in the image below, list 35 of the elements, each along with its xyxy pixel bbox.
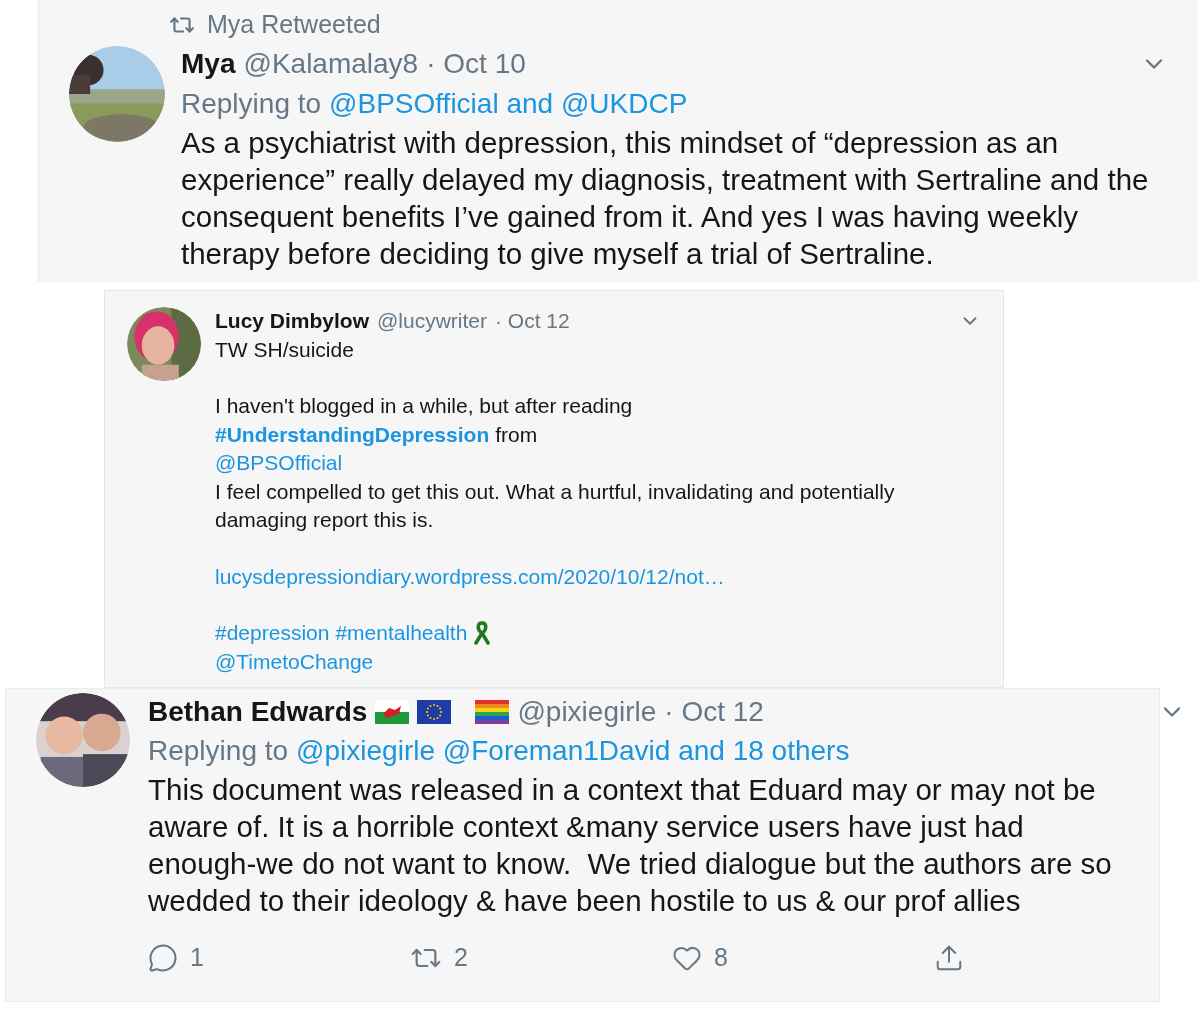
- ribbon-icon: [473, 621, 492, 646]
- tweet-text: I haven't blogged in a while, but after reading: [215, 393, 633, 419]
- rainbow-flag-icon: [475, 700, 510, 724]
- link[interactable]: @BPSOfficial: [215, 449, 343, 478]
- action-count: 2: [454, 942, 468, 973]
- tweet-text: As a psychiatrist with depression, this mindset of “depression as an experience” really delayed my diagnosis, treatment with Sertraline and the consequent benefits I’ve gained from it. And yes I was having weekly therapy before deciding to give myself a trial of Sertraline.: [181, 124, 1150, 272]
- reply-icon: [148, 942, 178, 973]
- tweet-text: TW SH/suicide: [215, 336, 354, 363]
- author-name[interactable]: Bethan Edwards: [148, 693, 368, 731]
- author-name[interactable]: Lucy Dimbylow: [215, 307, 370, 336]
- replying-label: Replying to: [181, 86, 322, 121]
- reply-button[interactable]: [148, 942, 178, 973]
- mention-link[interactable]: @BPSOfficial and @UKDCP: [329, 83, 688, 124]
- link[interactable]: @TimetoChange: [215, 647, 374, 676]
- mention-link[interactable]: @pixiegirle @Foreman1David and 18 others: [296, 731, 850, 771]
- author-name[interactable]: Mya: [181, 45, 236, 82]
- tweet-text: This document was released in a context that Eduard may or may not be aware of. It is a horrible context &many service users have just had enough-we do not want to know. We tried dialogue but the authors are so wedded to their ideology & have been hostile to us & our prof allies: [148, 772, 1113, 919]
- author-handle[interactable]: @pixiegirle: [517, 693, 657, 731]
- tweet-date[interactable]: · Oct 12: [495, 307, 570, 336]
- link[interactable]: #depression: [215, 619, 330, 648]
- tweet-date[interactable]: · Oct 12: [664, 693, 764, 731]
- welsh-flag-icon: [375, 700, 410, 724]
- link[interactable]: #mentalhealth: [335, 619, 468, 648]
- tweet-text: I feel compelled to get this out. What a hurtful, invalidating and potentially damaging report this is.: [215, 478, 896, 533]
- hashtag-link[interactable]: #UnderstandingDepression: [215, 420, 490, 449]
- action-count: 8: [714, 942, 728, 973]
- tweet-date[interactable]: · Oct 10: [426, 45, 526, 82]
- eu-flag-icon: [417, 700, 452, 724]
- author-handle[interactable]: @Kalamalay8: [243, 45, 419, 82]
- link[interactable]: lucysdepressiondiary.wordpress.com/2020/10/12/not…: [215, 562, 725, 591]
- retweet-label: Mya Retweeted: [207, 9, 381, 40]
- replying-label: Replying to: [148, 734, 289, 768]
- author-handle[interactable]: @lucywriter: [377, 307, 488, 336]
- action-count: 1: [190, 942, 204, 973]
- tweet-text: from: [495, 421, 538, 448]
